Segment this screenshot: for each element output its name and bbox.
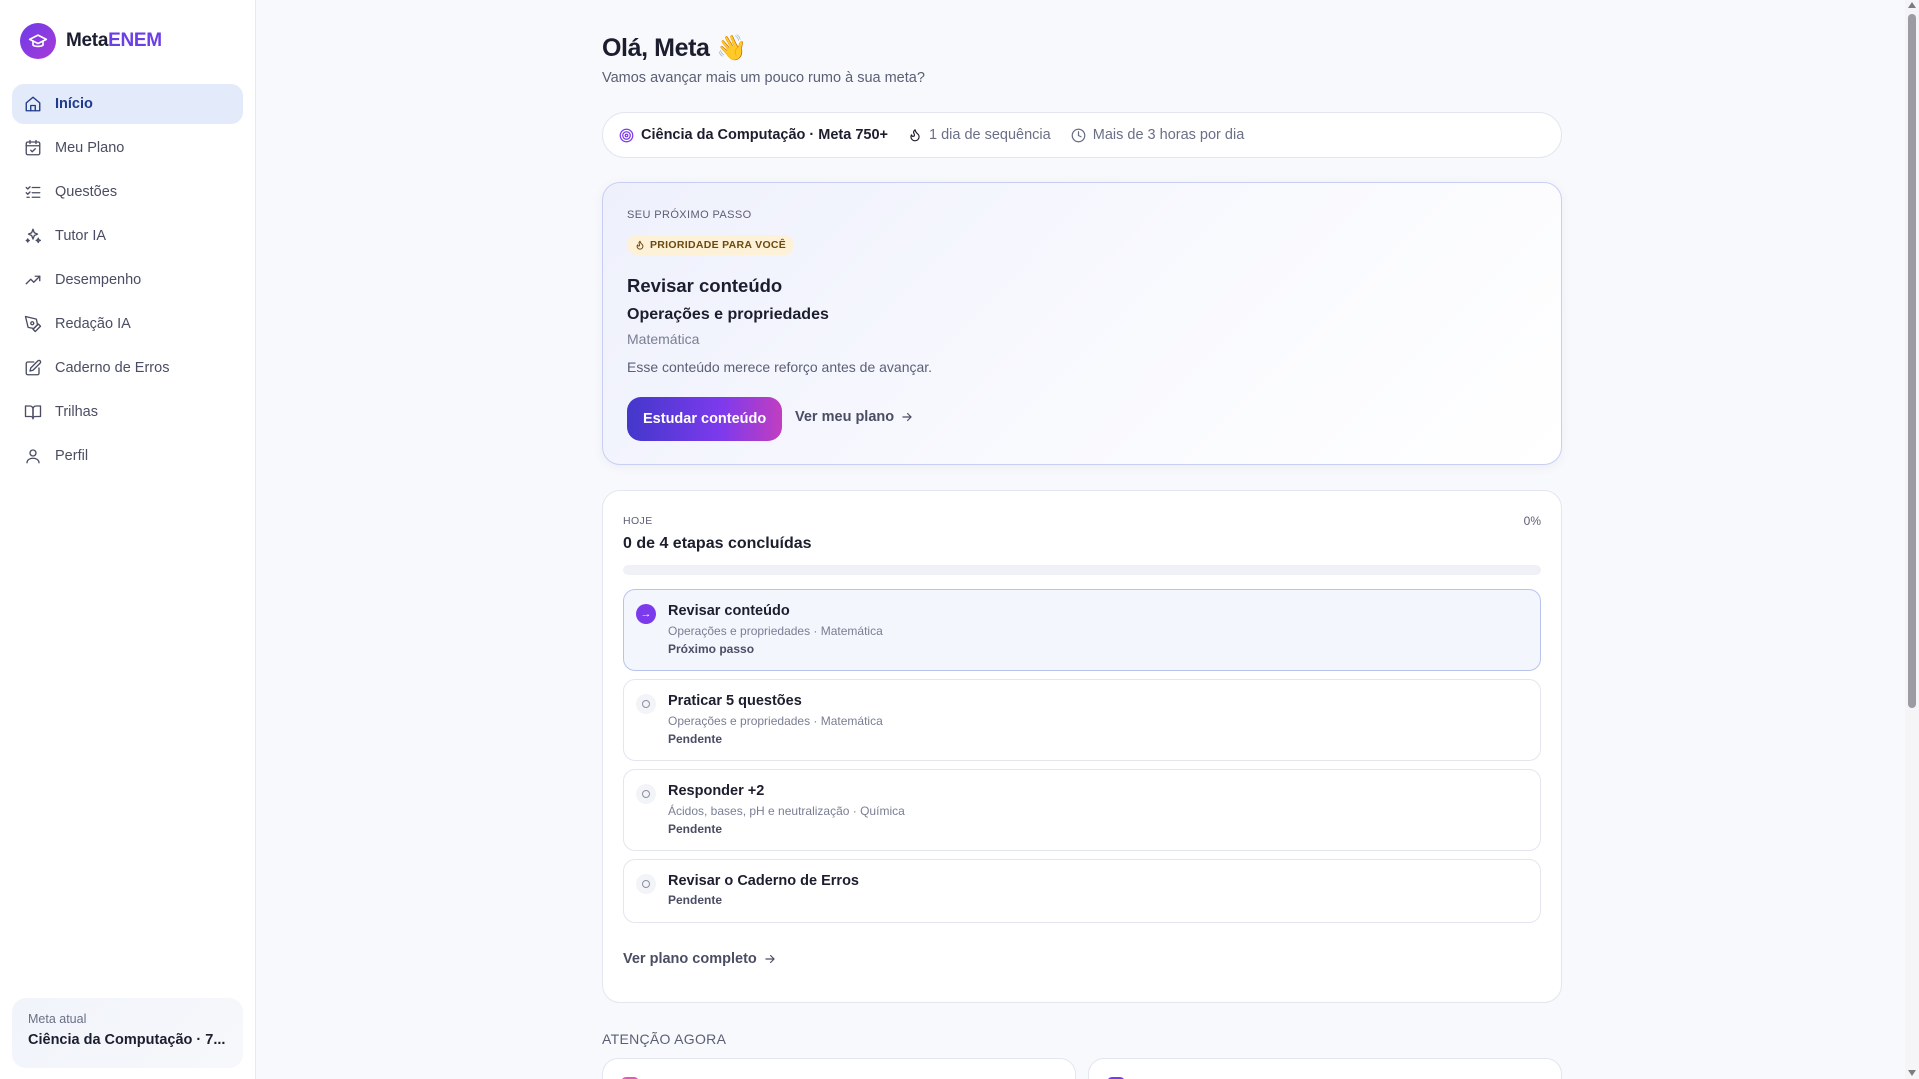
step-item[interactable]: Revisar o Caderno de Erros Pendente — [623, 859, 1541, 923]
today-eyebrow: Hoje — [623, 515, 653, 527]
arrow-right-icon: → — [636, 604, 656, 624]
sidebar-nav: Início Meu Plano Questões Tutor IA Desem… — [12, 84, 243, 480]
attention-card[interactable] — [1088, 1058, 1562, 1079]
step-item[interactable]: Praticar 5 questões Operações e propried… — [623, 679, 1541, 761]
flame-icon — [636, 240, 644, 250]
sidebar-item-perfil[interactable]: Perfil — [12, 436, 243, 476]
page-title: Olá, Meta 👋 — [602, 34, 747, 62]
pending-circle-icon — [636, 694, 656, 714]
step-status: Pendente — [668, 822, 723, 836]
sidebar-item-redacao-ia[interactable]: Redação IA — [12, 304, 243, 344]
today-card: Hoje 0% 0 de 4 etapas concluídas → Revis… — [602, 490, 1562, 1003]
sidebar-item-label: Questões — [55, 184, 118, 200]
study-content-button[interactable]: Estudar conteúdo — [627, 397, 783, 441]
next-step-topic: Operações e propriedades — [627, 306, 829, 323]
stats-bar: Ciência da Computação · Meta 750+ 1 dia … — [602, 112, 1562, 158]
current-goal-card[interactable]: Meta atual Ciência da Computação · 7... — [12, 998, 243, 1068]
streak-stat: 1 dia de sequência — [908, 127, 1051, 143]
step-meta: Operações e propriedades · Matemática — [668, 624, 883, 638]
arrow-right-icon — [902, 412, 912, 422]
sidebar-item-caderno-de-erros[interactable]: Caderno de Erros — [12, 348, 243, 388]
sparkles-icon — [25, 228, 42, 244]
attention-section-title: Atenção agora — [602, 1031, 727, 1047]
sidebar-item-meu-plano[interactable]: Meu Plano — [12, 128, 243, 168]
notebook-edit-icon — [25, 359, 42, 376]
sidebar-item-questoes[interactable]: Questões — [12, 172, 243, 212]
sidebar-item-label: Início — [55, 96, 93, 112]
home-icon — [25, 96, 41, 112]
hours-stat-label: Mais de 3 horas por dia — [1092, 127, 1245, 143]
calendar-icon — [25, 139, 41, 156]
current-goal-label: Meta atual — [28, 1012, 87, 1026]
pending-circle-icon — [636, 874, 656, 894]
sidebar-item-label: Caderno de Erros — [55, 360, 170, 376]
next-step-description: Esse conteúdo merece reforço antes de av… — [627, 359, 933, 375]
step-title: Responder +2 — [668, 783, 765, 799]
next-step-eyebrow: Seu próximo passo — [627, 209, 752, 221]
scroll-down-icon[interactable] — [1908, 1070, 1916, 1076]
step-title: Praticar 5 questões — [668, 693, 802, 709]
goal-stat: Ciência da Computação · Meta 750+ — [619, 127, 888, 143]
next-step-title: Revisar conteúdo — [627, 275, 783, 296]
today-steps: → Revisar conteúdo Operações e proprieda… — [623, 589, 1541, 931]
scrollbar-thumb[interactable] — [1908, 14, 1916, 708]
view-my-plan-link[interactable]: Ver meu plano — [795, 409, 914, 425]
current-goal-value: Ciência da Computação · 7... — [28, 1032, 226, 1048]
next-step-card: Seu próximo passo Prioridade para você R… — [602, 182, 1562, 465]
attention-card[interactable] — [602, 1058, 1076, 1079]
today-title: 0 de 4 etapas concluídas — [623, 535, 812, 552]
hours-stat: Mais de 3 horas por dia — [1071, 127, 1245, 143]
list-check-icon — [25, 186, 41, 198]
pen-tool-icon — [24, 315, 42, 333]
pending-circle-icon — [636, 784, 656, 804]
wave-icon: 👋 — [716, 34, 747, 62]
priority-badge: Prioridade para você — [627, 235, 795, 255]
today-percent: 0% — [1523, 514, 1541, 528]
step-status: Próximo passo — [668, 642, 755, 656]
goal-stat-label: Ciência da Computação · Meta 750+ — [641, 127, 888, 143]
priority-badge-label: Prioridade para você — [650, 239, 787, 251]
step-meta: Ácidos, bases, pH e neutralização · Quím… — [668, 804, 905, 818]
step-meta: Operações e propriedades · Matemática — [668, 714, 883, 728]
streak-stat-label: 1 dia de sequência — [928, 127, 1051, 143]
step-item[interactable]: Responder +2 Ácidos, bases, pH e neutral… — [623, 769, 1541, 851]
sidebar-item-inicio[interactable]: Início — [12, 84, 243, 124]
page-subtitle: Vamos avançar mais um pouco rumo à sua m… — [602, 70, 925, 86]
step-status: Pendente — [668, 893, 723, 907]
view-full-plan-link[interactable]: Ver plano completo — [623, 951, 777, 967]
sidebar-item-label: Meu Plano — [55, 140, 125, 156]
view-full-plan-label: Ver plano completo — [623, 951, 757, 967]
user-icon — [26, 449, 40, 464]
sidebar-item-label: Trilhas — [55, 404, 98, 420]
step-item[interactable]: → Revisar conteúdo Operações e proprieda… — [623, 589, 1541, 671]
scroll-up-icon[interactable] — [1908, 2, 1916, 8]
brand-name: MetaENEM — [66, 30, 162, 51]
target-icon — [619, 128, 634, 142]
sidebar-item-label: Desempenho — [55, 272, 142, 288]
sidebar: MetaENEM Início Meu Plano Questões Tutor… — [0, 0, 256, 1079]
arrow-right-icon — [765, 954, 775, 964]
clock-icon — [1071, 128, 1086, 142]
sidebar-item-label: Redação IA — [55, 316, 131, 332]
book-open-icon — [24, 405, 42, 420]
flame-icon — [910, 129, 920, 142]
trending-up-icon — [25, 275, 41, 285]
next-step-subject: Matemática — [627, 331, 700, 347]
sidebar-item-label: Perfil — [55, 448, 89, 464]
sidebar-item-trilhas[interactable]: Trilhas — [12, 392, 243, 432]
sidebar-item-tutor-ia[interactable]: Tutor IA — [12, 216, 243, 256]
step-title: Revisar o Caderno de Erros — [668, 873, 859, 889]
view-my-plan-label: Ver meu plano — [795, 409, 895, 425]
today-progress-bar — [623, 565, 1541, 575]
graduation-cap-icon — [20, 23, 56, 59]
sidebar-item-label: Tutor IA — [55, 228, 107, 244]
page-scrollbar[interactable] — [1905, 0, 1919, 1079]
step-status: Pendente — [668, 732, 723, 746]
sidebar-item-desempenho[interactable]: Desempenho — [12, 260, 243, 300]
brand[interactable]: MetaENEM — [20, 23, 162, 59]
step-title: Revisar conteúdo — [668, 603, 790, 619]
